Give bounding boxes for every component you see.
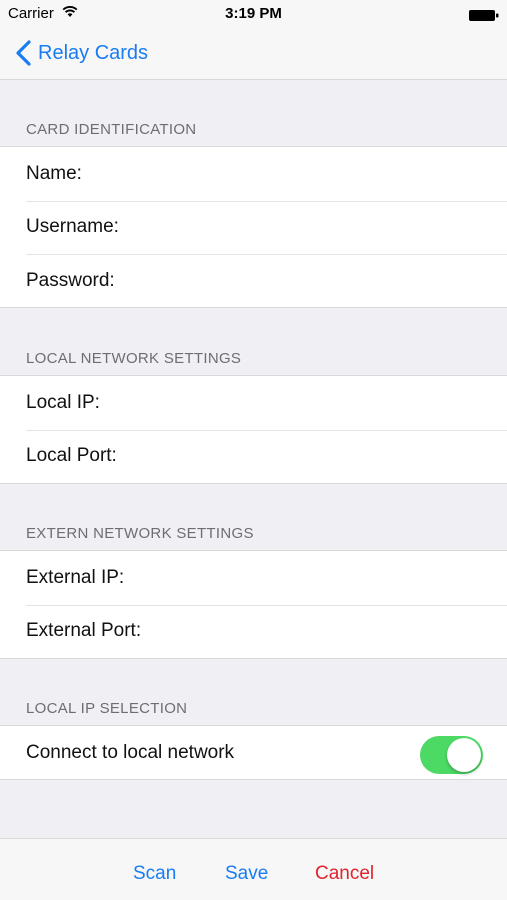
save-button[interactable]: Save <box>225 863 268 885</box>
local-port-field-row[interactable]: Local Port: <box>0 429 507 484</box>
extern-network-group: External IP: External Port: <box>0 550 507 659</box>
navigation-bar: Relay Cards <box>0 28 507 80</box>
card-identification-group: Name: Username: Password: <box>0 146 507 308</box>
status-time: 3:19 PM <box>225 5 282 22</box>
local-ip-field-row[interactable]: Local IP: <box>0 376 507 430</box>
local-network-group: Local IP: Local Port: <box>0 375 507 484</box>
external-port-field-row[interactable]: External Port: <box>0 604 507 659</box>
local-ip-selection-group: Connect to local network <box>0 725 507 780</box>
chevron-left-icon <box>16 40 31 66</box>
scan-button[interactable]: Scan <box>133 863 176 885</box>
back-button-label: Relay Cards <box>38 41 149 64</box>
toggle-knob <box>447 738 481 772</box>
section-header-card-identification: CARD IDENTIFICATION <box>26 121 197 138</box>
section-header-local-network: LOCAL NETWORK SETTINGS <box>26 350 242 367</box>
username-field-row[interactable]: Username: <box>0 200 507 255</box>
section-header-local-ip-selection: LOCAL IP SELECTION <box>26 700 188 717</box>
connect-local-network-toggle[interactable] <box>420 736 483 774</box>
status-bar: Carrier 3:19 PM <box>0 0 507 28</box>
bottom-toolbar: Scan Save Cancel <box>0 838 507 900</box>
battery-icon <box>469 8 499 21</box>
connect-local-network-row: Connect to local network <box>0 726 507 779</box>
name-field-row[interactable]: Name: <box>0 147 507 201</box>
cancel-button[interactable]: Cancel <box>315 863 374 885</box>
external-ip-field-row[interactable]: External IP: <box>0 551 507 605</box>
connect-local-network-label: Connect to local network <box>26 741 235 763</box>
back-button[interactable]: Relay Cards <box>14 38 148 68</box>
section-header-extern-network: EXTERN NETWORK SETTINGS <box>26 525 254 542</box>
password-field-row[interactable]: Password: <box>0 254 507 308</box>
